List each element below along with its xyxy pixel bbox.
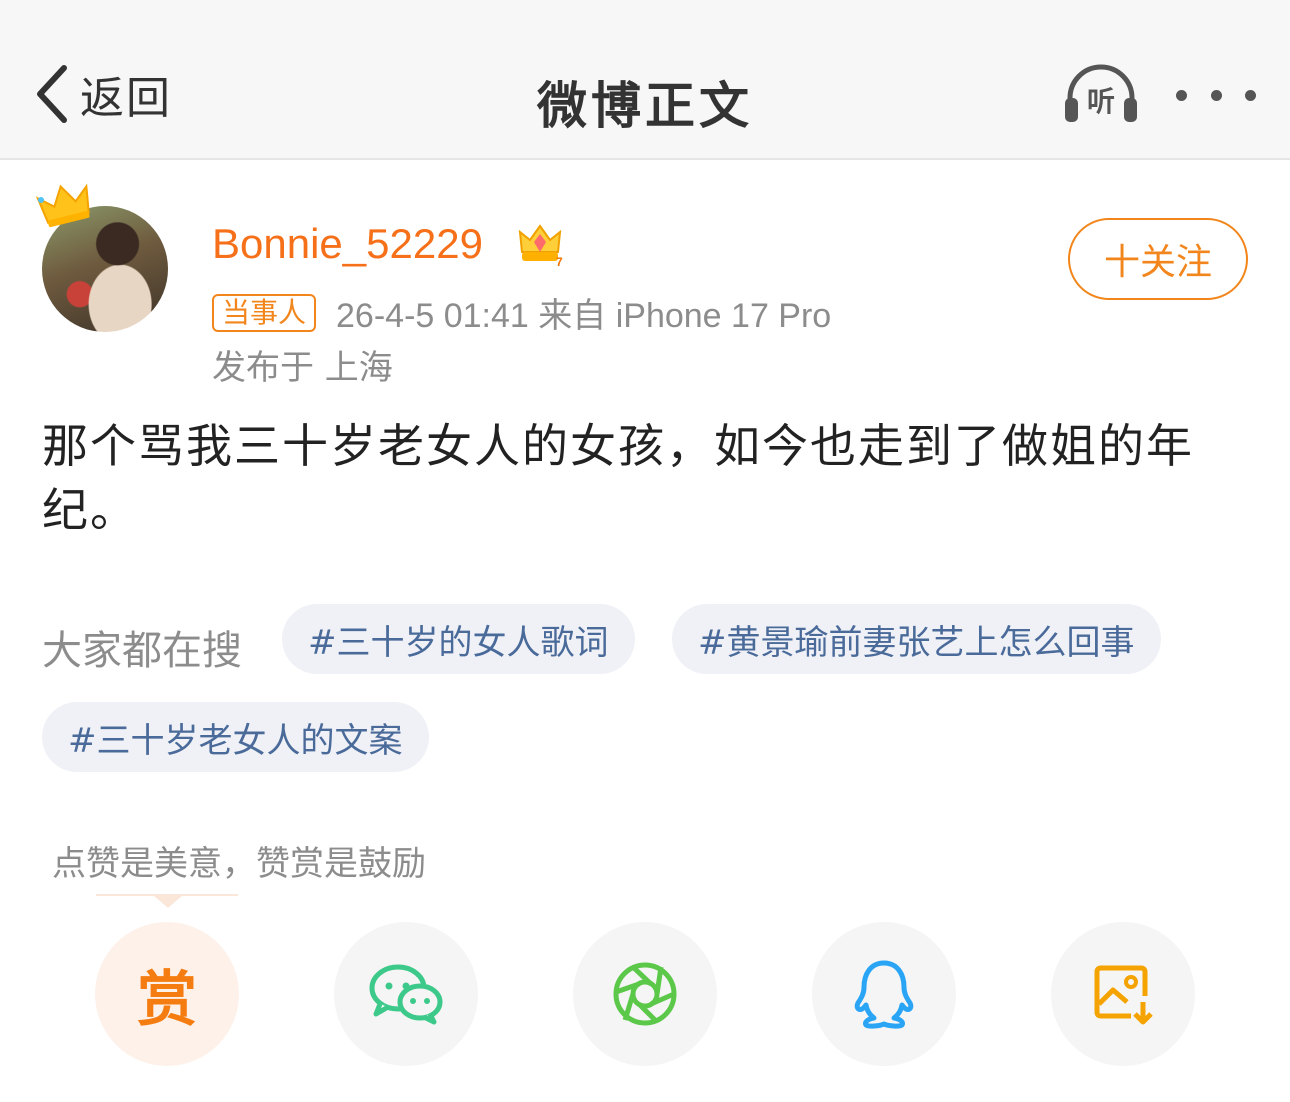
hot-search-chip[interactable]: #三十岁老女人的文案 — [42, 702, 429, 772]
qq-penguin-icon — [854, 960, 914, 1029]
author-name[interactable]: Bonnie_52229 — [212, 220, 483, 268]
weibo-post-page: 返回 微博正文 听 Bonnie_52229 7 当事人 26-4-5 01:4… — [0, 0, 1290, 1102]
hot-search-chip[interactable]: #黄景瑜前妻张艺上怎么回事 — [672, 604, 1161, 674]
share-moments-button[interactable] — [573, 922, 717, 1066]
listen-label: 听 — [1086, 85, 1115, 118]
wechat-icon — [369, 964, 443, 1025]
post-text: 那个骂我三十岁老女人的女孩，如今也走到了做姐的年纪。 — [42, 419, 1194, 537]
dot-icon — [1210, 89, 1222, 101]
save-image-icon — [1094, 965, 1153, 1025]
dot-icon — [1245, 89, 1256, 101]
more-options-button[interactable] — [1176, 80, 1256, 110]
party-tag: 当事人 — [212, 293, 317, 332]
svg-text:7: 7 — [556, 255, 563, 268]
author-avatar[interactable] — [36, 180, 176, 340]
post-meta: 当事人 26-4-5 01:41 来自 iPhone 17 Pro — [212, 288, 831, 337]
listen-button[interactable]: 听 — [1062, 64, 1140, 126]
vip-crown-badge-icon: 7 — [518, 224, 563, 268]
save-image-button[interactable] — [1051, 922, 1195, 1066]
reward-icon: 赏 — [137, 964, 197, 1035]
share-qq-button[interactable] — [812, 922, 956, 1066]
dot-icon — [1176, 89, 1187, 101]
moments-aperture-icon — [613, 962, 677, 1026]
reward-hint: 点赞是美意，赞赏是鼓励 — [52, 844, 426, 884]
crown-icon — [36, 183, 90, 228]
hot-search-chip[interactable]: #三十岁的女人歌词 — [282, 604, 635, 674]
top-nav-bar: 返回 微博正文 听 — [0, 0, 1290, 160]
post-time-source: 26-4-5 01:41 来自 iPhone 17 Pro — [336, 297, 832, 335]
reward-button[interactable]: 赏 — [95, 922, 239, 1066]
share-wechat-button[interactable] — [334, 922, 478, 1066]
hot-search-label: 大家都在搜 — [42, 628, 242, 674]
follow-button[interactable]: 十关注 — [1068, 218, 1248, 300]
post-location: 发布于 上海 — [212, 348, 393, 388]
hint-arrow-icon — [154, 896, 182, 908]
